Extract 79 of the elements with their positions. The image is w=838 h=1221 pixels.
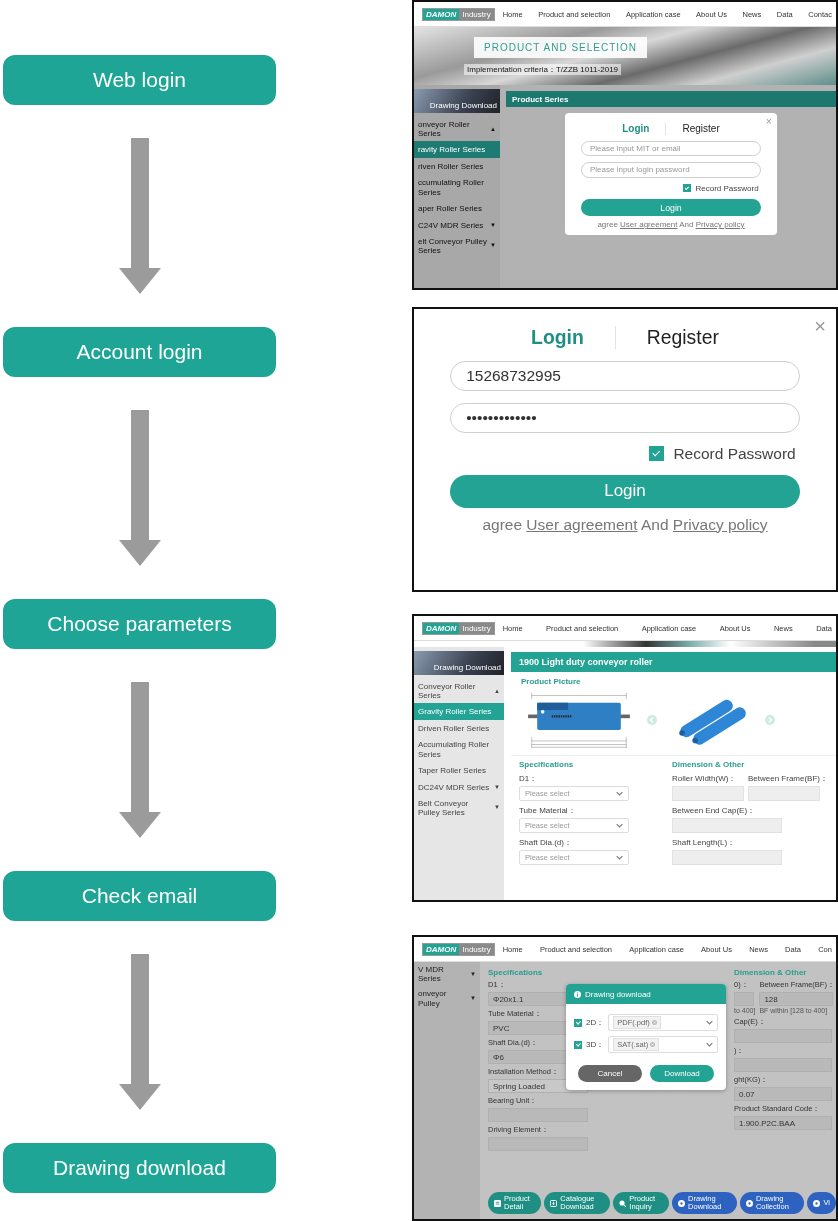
- sidebar-photo-caption: Drawing Download: [433, 663, 501, 672]
- sidebar-item[interactable]: ccumulating Roller Series: [414, 175, 500, 200]
- document-icon: [494, 1199, 501, 1207]
- close-icon[interactable]: [651, 1020, 657, 1025]
- field-label: D1：: [519, 773, 539, 784]
- search-icon: [619, 1199, 627, 1207]
- cancel-button[interactable]: Cancel: [578, 1065, 642, 1082]
- privacy-policy-link[interactable]: Privacy policy: [695, 220, 745, 230]
- dot-circle-icon: [813, 1199, 821, 1207]
- section-heading: Product Picture: [521, 677, 582, 686]
- chevron-down-icon: [616, 823, 623, 828]
- step-node: Web login: [3, 55, 276, 105]
- banner-caption: Implementation criteria：T/ZZB 1011-2019: [464, 64, 622, 75]
- close-icon[interactable]: [650, 1042, 656, 1047]
- dot-circle-icon: [678, 1199, 686, 1207]
- sidebar-item[interactable]: riven Roller Series: [414, 158, 500, 176]
- input-field[interactable]: Please input MIT or email: [581, 140, 761, 157]
- sidebar-item[interactable]: Accumulating Roller Series: [414, 737, 504, 762]
- tab[interactable]: Login: [531, 326, 584, 350]
- privacy-policy-link[interactable]: Privacy policy: [672, 515, 768, 533]
- step-node: Choose parameters: [3, 599, 276, 649]
- step-node: Account login: [3, 327, 276, 377]
- field-label: Shaft Length(L)：: [671, 837, 737, 848]
- sidebar-item[interactable]: aper Roller Series: [414, 199, 500, 217]
- brand-name: DAMON: [423, 8, 460, 20]
- input-field[interactable]: Please input login password: [581, 162, 761, 178]
- section-title-bar: Product Series: [506, 91, 836, 107]
- brand-tag: Industry: [459, 943, 494, 955]
- section-heading: Dimension & Other: [671, 760, 746, 769]
- banner-title: PRODUCT AND SELECTION: [474, 37, 648, 58]
- brand-name: DAMON: [423, 943, 460, 955]
- field-label: Roller Width(W)：: [671, 773, 738, 784]
- input-field[interactable]: 0.07: [734, 1087, 832, 1101]
- user-agreement-link[interactable]: User agreement: [620, 220, 678, 230]
- checkbox-label: Record Password: [695, 183, 759, 193]
- sidebar-item[interactable]: Taper Roller Series: [414, 761, 504, 779]
- chevron-down-icon: [706, 1020, 713, 1025]
- tab[interactable]: Register: [646, 326, 719, 350]
- field-label: Between Frame(BF)：: [747, 773, 828, 784]
- checkbox-label: Record Password: [673, 444, 796, 463]
- field-label: Between End Cap(E)：: [671, 805, 757, 816]
- chevron-down-icon: [706, 1042, 713, 1047]
- product-title-bar: 1900 Light duty conveyor roller: [511, 652, 836, 672]
- info-icon: [574, 990, 581, 998]
- checkbox[interactable]: [683, 184, 691, 193]
- sidebar-photo-caption: Drawing Download: [429, 101, 497, 110]
- checkbox[interactable]: [574, 1018, 582, 1027]
- agreement-text: agree User agreement And Privacy policy: [481, 515, 769, 534]
- field-label: Shaft Dia.(d)：: [519, 837, 573, 848]
- download-icon: [550, 1199, 558, 1207]
- chevron-left-icon[interactable]: [647, 715, 657, 725]
- field-label: Tube Material：: [519, 805, 577, 816]
- sidebar-item[interactable]: Driven Roller Series: [414, 720, 504, 738]
- checkbox[interactable]: [574, 1040, 582, 1049]
- tab[interactable]: Register: [682, 123, 720, 135]
- sidebar-item[interactable]: ravity Roller Series: [414, 141, 500, 159]
- step-node: Drawing download: [3, 1143, 276, 1193]
- section-heading: Specifications: [519, 760, 575, 769]
- chevron-right-icon[interactable]: [765, 715, 775, 725]
- input-field[interactable]: 128: [759, 992, 834, 1006]
- field-label: 3D：: [586, 1039, 605, 1050]
- dot-circle-icon: [745, 1199, 753, 1207]
- tab[interactable]: Login: [622, 123, 650, 135]
- user-agreement-link[interactable]: User agreement: [526, 515, 638, 533]
- brand-tag: Industry: [459, 8, 494, 20]
- checkbox[interactable]: [649, 446, 665, 461]
- brand-name: DAMON: [423, 622, 460, 634]
- input-field[interactable]: 15268732995: [449, 360, 801, 392]
- dialog-title: Drawing download: [585, 989, 651, 999]
- field-label: 2D：: [586, 1017, 605, 1028]
- brand-tag: Industry: [459, 622, 494, 634]
- agreement-text: agree User agreement And Privacy policy: [596, 220, 746, 230]
- input-field[interactable]: 1.900.P2C.BAA: [734, 1116, 832, 1130]
- section-heading: Dimension & Other: [734, 968, 808, 977]
- chevron-down-icon: [616, 855, 623, 860]
- chevron-down-icon: [616, 791, 623, 796]
- step-node: Check email: [3, 871, 276, 921]
- section-heading: Specifications: [488, 968, 544, 977]
- input-field[interactable]: •••••••••••••: [449, 402, 801, 433]
